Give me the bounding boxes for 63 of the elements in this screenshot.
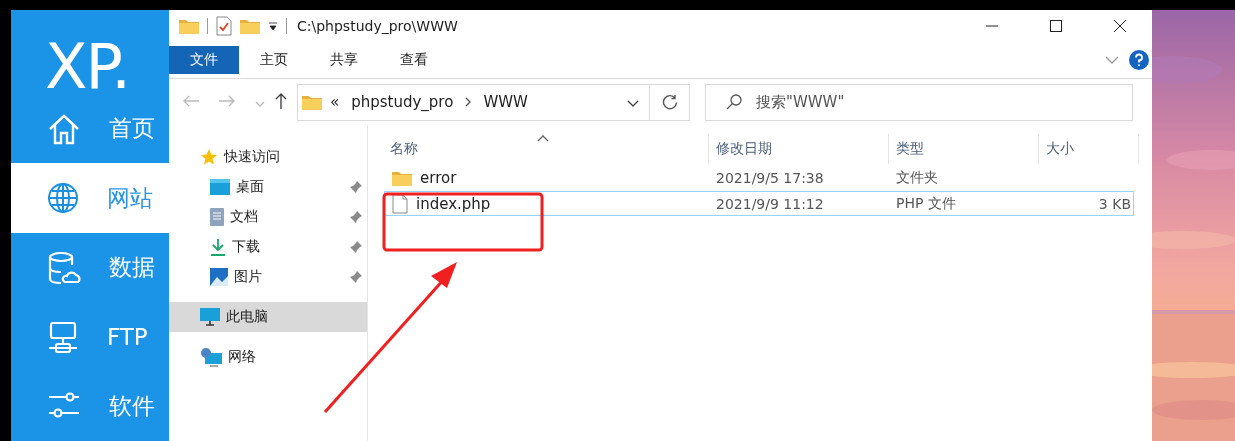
file-name: index.php: [416, 194, 491, 213]
database-icon: [47, 250, 81, 285]
pictures-icon: [210, 268, 228, 286]
desktop-icon: [210, 179, 230, 195]
search-icon: [726, 94, 742, 110]
app-logo: XP.: [44, 29, 130, 94]
search-field[interactable]: 搜索"WWW": [705, 83, 1133, 121]
close-icon: [1114, 20, 1126, 32]
column-header[interactable]: 大小: [1039, 134, 1139, 164]
nav-item[interactable]: 快速访问: [169, 142, 367, 172]
dropdown-icon: [268, 21, 278, 31]
file-type: 文件夹: [895, 167, 939, 187]
column-header[interactable]: 类型: [889, 134, 1039, 164]
folder-icon: [392, 169, 412, 186]
recent-icon: [255, 101, 265, 107]
separator-icon: [465, 97, 472, 107]
ribbon-tab[interactable]: 查看: [379, 46, 449, 74]
pin-icon: [349, 180, 363, 194]
ribbon-tab[interactable]: 共享: [309, 46, 379, 74]
refresh-button[interactable]: [650, 83, 690, 121]
help-icon: [1129, 50, 1149, 70]
server-icon: [47, 319, 79, 354]
network-icon: [200, 347, 222, 367]
file-row[interactable]: index.php 2021/9/9 11:12 PHP 文件 3 KB: [384, 191, 1134, 216]
document-icon: [210, 208, 224, 226]
computer-icon: [200, 308, 220, 326]
file-size: 3 KB: [1098, 195, 1131, 212]
up-icon: [275, 92, 287, 109]
column-header[interactable]: 名称: [384, 134, 709, 164]
nav-item[interactable]: 文档: [169, 202, 367, 232]
expand-ribbon-icon: [1105, 56, 1119, 64]
nav-item[interactable]: 网络: [169, 342, 367, 372]
modified-date: 2021/9/9 11:12: [715, 194, 825, 214]
nav-item[interactable]: 桌面: [169, 172, 367, 202]
pin-icon: [349, 270, 363, 284]
folder-icon: [179, 18, 199, 34]
address-bar[interactable]: « phpstudy_pro WWW: [297, 83, 650, 121]
globe-icon: [47, 182, 79, 215]
pin-icon: [349, 210, 363, 224]
file-icon: [392, 193, 408, 214]
pin-icon: [349, 240, 363, 254]
window-title: C:\phpstudy_pro\WWW: [297, 18, 459, 34]
nav-item[interactable]: 下载: [169, 232, 367, 262]
download-icon: [210, 238, 226, 256]
dropdown-icon: [627, 100, 639, 107]
folder-icon: [302, 94, 322, 110]
star-icon: [200, 148, 218, 166]
back-icon: [183, 95, 199, 107]
modified-date: 2021/9/5 17:38: [715, 168, 825, 188]
forward-icon: [219, 95, 235, 107]
properties-icon: [216, 16, 232, 36]
nav-item[interactable]: 图片: [169, 262, 367, 292]
file-type: PHP 文件: [895, 193, 957, 213]
file-name: error: [420, 168, 457, 187]
new-folder-icon: [240, 18, 260, 34]
ribbon-tab[interactable]: 主页: [239, 46, 309, 74]
nav-item[interactable]: 此电脑: [169, 302, 367, 332]
sort-icon: [537, 135, 549, 142]
column-header[interactable]: 修改日期: [709, 134, 889, 164]
maximize-icon: [1050, 20, 1062, 32]
ribbon-tab[interactable]: 文件: [169, 46, 239, 74]
refresh-icon: [661, 94, 678, 110]
file-row[interactable]: error 2021/9/5 17:38 文件夹: [384, 165, 1134, 190]
